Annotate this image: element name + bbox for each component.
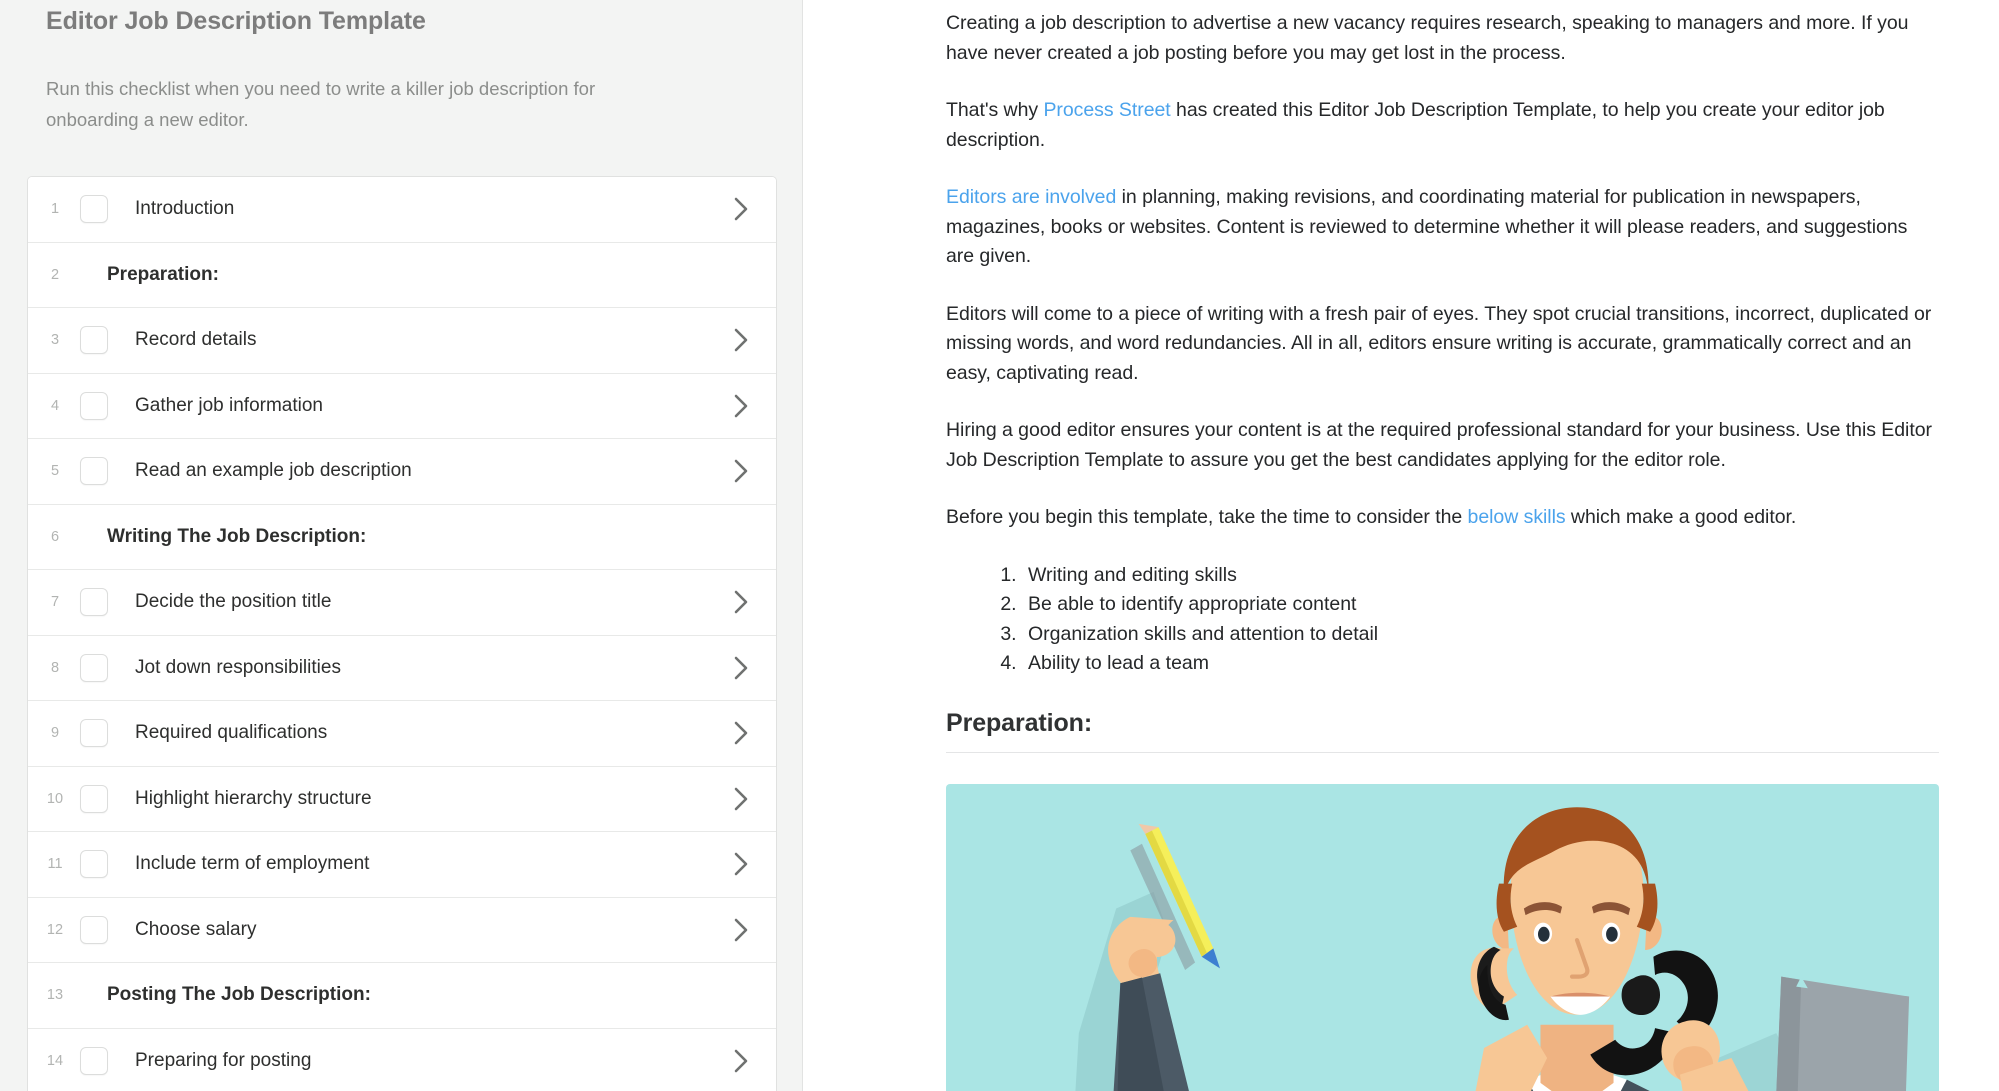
task-index: 11	[47, 856, 63, 873]
task-row[interactable]: 9 Required qualifications	[28, 701, 776, 767]
app-root: Editor Job Description Template Run this…	[0, 0, 1999, 1091]
chevron-right-icon[interactable]	[718, 459, 764, 483]
task-label: Posting The Job Description:	[107, 984, 371, 1006]
task-label: Highlight hierarchy structure	[135, 787, 372, 809]
task-row[interactable]: 10 Highlight hierarchy structure	[28, 766, 776, 832]
intro-paragraph-2: That's why Process Street has created th…	[946, 96, 1939, 155]
task-row[interactable]: 1 Introduction	[28, 177, 776, 243]
chevron-right-icon[interactable]	[718, 918, 764, 942]
chevron-right-icon[interactable]	[718, 787, 764, 811]
paragraph-6-pre: Before you begin this template, take the…	[946, 506, 1468, 528]
intro-paragraph-5: Hiring a good editor ensures your conten…	[946, 419, 1932, 471]
content-panel: Creating a job description to advertise …	[803, 0, 1999, 1091]
sidebar-header: Editor Job Description Template Run this…	[0, 0, 802, 135]
task-row[interactable]: 5 Read an example job description	[28, 439, 776, 505]
task-row[interactable]: 12 Choose salary	[28, 897, 776, 963]
task-index: 8	[50, 659, 60, 676]
process-street-link[interactable]: Process Street	[1043, 99, 1170, 121]
task-section-heading-row[interactable]: 13 Posting The Job Description:	[28, 963, 776, 1029]
skill-list-item: Be able to identify appropriate content	[1022, 590, 1939, 620]
task-row[interactable]: 3 Record details	[28, 308, 776, 374]
task-checkbox[interactable]	[80, 391, 108, 420]
checklist-sidebar: Editor Job Description Template Run this…	[0, 0, 803, 1091]
task-index: 2	[50, 266, 60, 283]
task-label: Decide the position title	[135, 591, 332, 613]
task-index: 5	[50, 463, 60, 480]
task-label: Include term of employment	[135, 853, 370, 875]
section-heading-preparation: Preparation:	[946, 708, 1093, 737]
task-index: 10	[46, 790, 64, 807]
chevron-right-icon[interactable]	[718, 852, 764, 876]
task-row[interactable]: 7 Decide the position title	[28, 570, 776, 636]
task-label: Preparing for posting	[135, 1050, 312, 1072]
task-checkbox[interactable]	[80, 326, 108, 355]
task-index: 12	[46, 921, 64, 938]
task-index: 9	[50, 725, 60, 742]
task-label: Introduction	[135, 198, 235, 220]
task-section-heading-row[interactable]: 6 Writing The Job Description:	[28, 504, 776, 570]
task-label: Gather job information	[135, 394, 323, 416]
task-checkbox[interactable]	[80, 719, 108, 748]
intro-paragraph-4: Editors will come to a piece of writing …	[946, 302, 1932, 384]
task-index: 4	[50, 397, 60, 414]
intro-paragraph-1: Creating a job description to advertise …	[946, 12, 1909, 64]
intro-paragraph-3: Editors are involved in planning, making…	[946, 183, 1939, 272]
task-checkbox[interactable]	[80, 457, 108, 486]
skill-list-item: Ability to lead a team	[1022, 649, 1939, 679]
task-checkbox[interactable]	[80, 588, 108, 617]
task-index: 14	[46, 1053, 64, 1070]
chevron-right-icon[interactable]	[718, 394, 764, 418]
chevron-right-icon[interactable]	[718, 328, 764, 352]
intro-paragraph-6: Before you begin this template, take the…	[946, 503, 1939, 533]
task-checkbox[interactable]	[80, 784, 108, 813]
task-label: Jot down responsibilities	[135, 656, 341, 678]
below-skills-link[interactable]: below skills	[1468, 506, 1566, 528]
task-row[interactable]: 14 Preparing for posting	[28, 1028, 776, 1091]
task-label: Preparation:	[107, 263, 219, 285]
task-label: Choose salary	[135, 918, 257, 940]
chevron-right-icon[interactable]	[718, 721, 764, 745]
checklist-description: Run this checklist when you need to writ…	[46, 78, 596, 130]
page-title: Editor Job Description Template	[46, 7, 426, 35]
editors-are-involved-link[interactable]: Editors are involved	[946, 186, 1116, 208]
paragraph-2-pre: That's why	[946, 99, 1044, 121]
chevron-right-icon[interactable]	[718, 197, 764, 221]
task-index: 1	[50, 201, 60, 218]
task-checkbox[interactable]	[80, 850, 108, 879]
task-checkbox[interactable]	[80, 195, 108, 224]
task-list: 1 Introduction 2 Preparation: 3 Record detail…	[27, 176, 777, 1091]
task-index: 7	[50, 594, 60, 611]
chevron-right-icon[interactable]	[718, 590, 764, 614]
chevron-right-icon[interactable]	[718, 1049, 764, 1073]
task-label: Writing The Job Description:	[107, 525, 367, 547]
task-label: Required qualifications	[135, 722, 328, 744]
task-label: Record details	[135, 329, 257, 351]
task-checkbox[interactable]	[80, 1047, 108, 1076]
task-index: 6	[50, 528, 60, 545]
chevron-right-icon[interactable]	[718, 656, 764, 680]
illustration-businessman	[946, 783, 1939, 1091]
section-divider	[946, 751, 1939, 753]
task-index: 13	[46, 987, 64, 1004]
task-row[interactable]: 8 Jot down responsibilities	[28, 635, 776, 701]
skill-list-item: Writing and editing skills	[1022, 561, 1939, 591]
task-row[interactable]: 4 Gather job information	[28, 373, 776, 439]
content-inner: Creating a job description to advertise …	[803, 0, 1999, 1091]
task-index: 3	[50, 332, 60, 349]
task-label: Read an example job description	[135, 460, 412, 482]
paragraph-6-post: which make a good editor.	[1565, 506, 1797, 528]
skill-list-item: Organization skills and attention to det…	[1022, 620, 1939, 650]
task-checkbox[interactable]	[80, 915, 108, 944]
task-row[interactable]: 11 Include term of employment	[28, 832, 776, 898]
task-section-heading-row[interactable]: 2 Preparation:	[28, 242, 776, 308]
skills-list: Writing and editing skillsBe able to ide…	[946, 561, 1939, 679]
task-checkbox[interactable]	[80, 653, 108, 682]
